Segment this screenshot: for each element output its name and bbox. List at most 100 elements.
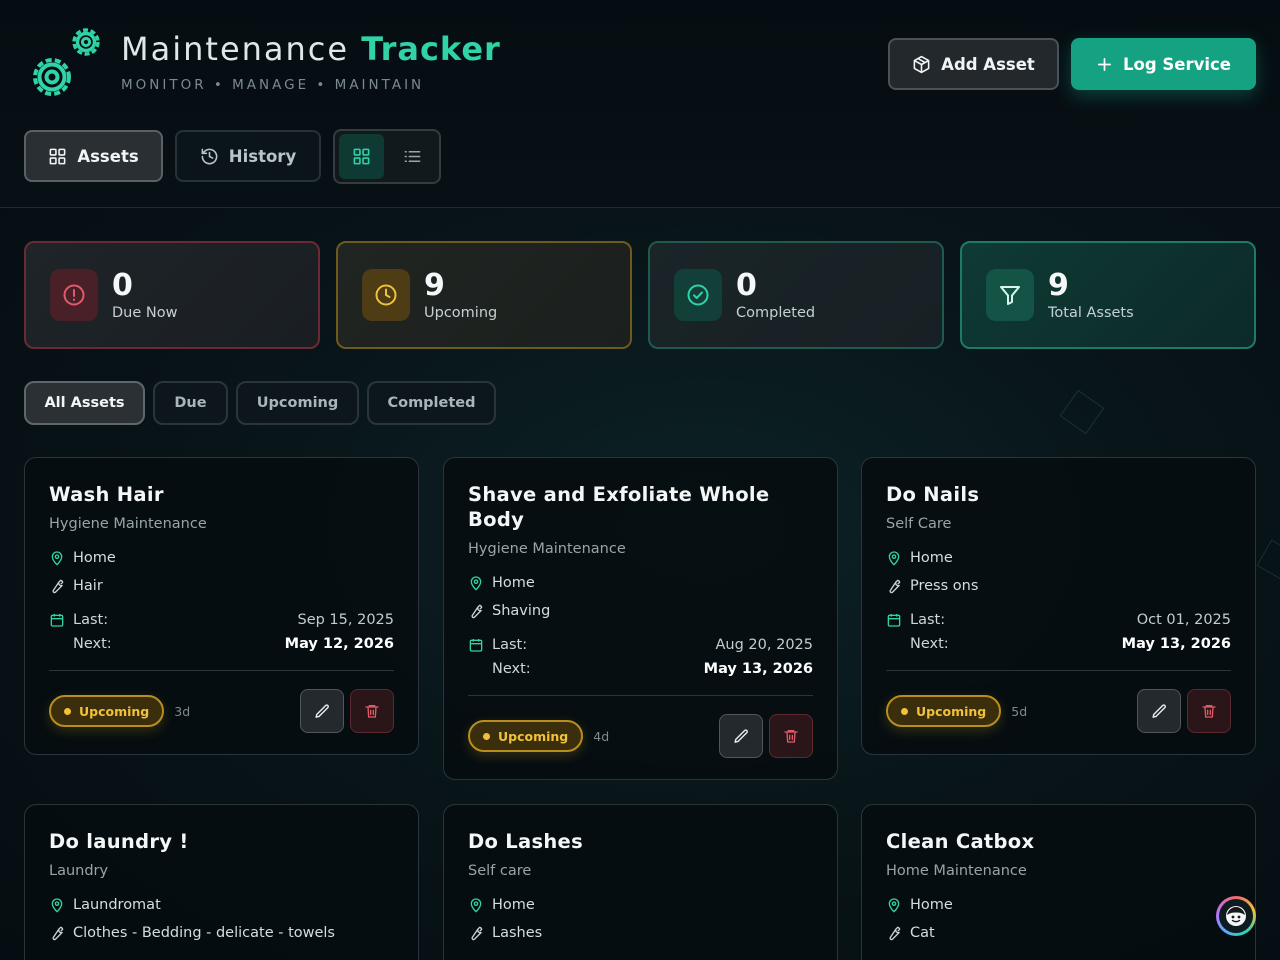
- map-pin-icon: [51, 898, 63, 913]
- asset-category: Self care: [468, 863, 532, 879]
- delete-button[interactable]: [1187, 689, 1231, 733]
- pencil-icon: [1151, 703, 1166, 718]
- stat-value: 0: [112, 268, 133, 303]
- wrench-icon: [471, 604, 483, 619]
- edit-button[interactable]: [719, 714, 763, 758]
- package-icon: [913, 55, 930, 73]
- next-service-date: May 13, 2026: [703, 661, 813, 677]
- plus-icon: [1097, 57, 1112, 71]
- asset-card[interactable]: Do Lashes Self care Home Lashes: [443, 804, 838, 960]
- background-decoration: [1059, 389, 1105, 435]
- history-icon: [201, 148, 218, 164]
- asset-detail: Hair: [73, 578, 103, 594]
- map-pin-icon: [888, 898, 900, 913]
- asset-card[interactable]: Shave and Exfoliate Whole Body Hygiene M…: [443, 457, 838, 780]
- days-remaining: 4d: [593, 728, 610, 744]
- background-decoration: [1256, 539, 1280, 581]
- trash-icon: [365, 705, 379, 718]
- nav-history-tab[interactable]: History: [175, 130, 321, 182]
- edit-button[interactable]: [300, 689, 344, 733]
- view-toggle: [333, 129, 441, 184]
- gears-logo-icon: [33, 28, 100, 96]
- delete-button[interactable]: [350, 689, 394, 733]
- grid-view-button[interactable]: [339, 134, 384, 179]
- wrench-icon: [889, 926, 901, 941]
- stat-completed[interactable]: 0 Completed: [648, 241, 944, 349]
- calendar-icon: [50, 614, 64, 627]
- asset-location: Home: [910, 897, 953, 913]
- chat-assistant-button[interactable]: [1216, 896, 1256, 936]
- asset-detail: Cat: [910, 925, 935, 941]
- days-remaining: 3d: [174, 703, 191, 719]
- stat-due-now[interactable]: 0 Due Now: [24, 241, 320, 349]
- stat-label: Total Assets: [1048, 305, 1134, 321]
- asset-title: Clean Catbox: [886, 830, 1035, 853]
- asset-category: Home Maintenance: [886, 863, 1027, 879]
- check-circle-icon: [687, 284, 709, 306]
- pencil-icon: [733, 728, 748, 743]
- stat-value: 0: [736, 268, 757, 303]
- asset-category: Laundry: [49, 863, 109, 879]
- asset-detail: Shaving: [492, 603, 551, 619]
- filter-all-assets[interactable]: All Assets: [24, 381, 145, 425]
- asset-detail: Lashes: [492, 925, 543, 941]
- stat-upcoming[interactable]: 9 Upcoming: [336, 241, 632, 349]
- edit-button[interactable]: [1137, 689, 1181, 733]
- filter-upcoming[interactable]: Upcoming: [236, 381, 359, 425]
- filter-due[interactable]: Due: [153, 381, 228, 425]
- delete-button[interactable]: [769, 714, 813, 758]
- app-header: Maintenance Tracker MONITOR • MANAGE • M…: [0, 0, 1280, 208]
- last-service-date: Sep 15, 2025: [297, 612, 394, 628]
- next-service-date: May 12, 2026: [284, 636, 394, 652]
- asset-title: Do laundry !: [49, 830, 189, 853]
- map-pin-icon: [470, 898, 482, 913]
- grid-icon: [49, 148, 66, 164]
- wrench-icon: [52, 926, 64, 941]
- asset-title: Do Nails: [886, 483, 980, 506]
- map-pin-icon: [470, 576, 482, 591]
- map-pin-icon: [51, 551, 63, 566]
- stat-label: Completed: [736, 305, 816, 321]
- asset-card[interactable]: Clean Catbox Home Maintenance Home Cat: [861, 804, 1256, 960]
- asset-detail: Clothes - Bedding - delicate - towels: [73, 925, 335, 941]
- wrench-icon: [471, 926, 483, 941]
- asset-category: Hygiene Maintenance: [468, 541, 626, 557]
- wrench-icon: [52, 579, 64, 594]
- add-asset-button[interactable]: Add Asset: [888, 38, 1059, 90]
- stat-label: Upcoming: [424, 305, 498, 321]
- list-view-button[interactable]: [390, 134, 435, 179]
- asset-card[interactable]: Do laundry ! Laundry Laundromat Clothes …: [24, 804, 419, 960]
- app-subtitle: MONITOR • MANAGE • MAINTAIN: [121, 77, 425, 93]
- map-pin-icon: [888, 551, 900, 566]
- nav-assets-tab[interactable]: Assets: [24, 130, 163, 182]
- status-badge: Upcoming: [468, 720, 584, 752]
- filter-completed[interactable]: Completed: [367, 381, 496, 425]
- calendar-icon: [887, 614, 901, 627]
- asset-card[interactable]: Wash Hair Hygiene Maintenance Home Hair …: [24, 457, 419, 755]
- stat-label: Due Now: [112, 305, 178, 321]
- trash-icon: [1202, 705, 1216, 718]
- asset-category: Self Care: [886, 516, 952, 532]
- last-service-date: Aug 20, 2025: [715, 637, 814, 653]
- last-service-date: Oct 01, 2025: [1136, 612, 1231, 628]
- status-badge: Upcoming: [886, 695, 1002, 727]
- log-service-button[interactable]: Log Service: [1071, 38, 1256, 90]
- app-title: Maintenance Tracker: [121, 30, 501, 68]
- calendar-icon: [469, 639, 483, 652]
- asset-detail: Press ons: [910, 578, 979, 594]
- stat-total-assets[interactable]: 9 Total Assets: [960, 241, 1256, 349]
- trash-icon: [784, 730, 798, 743]
- status-badge: Upcoming: [49, 695, 165, 727]
- grid-icon: [353, 148, 370, 165]
- assistant-avatar-icon: [1226, 906, 1246, 926]
- asset-title: Do Lashes: [468, 830, 583, 853]
- asset-location: Laundromat: [73, 897, 161, 913]
- stat-value: 9: [1048, 268, 1069, 303]
- asset-location: Home: [492, 575, 535, 591]
- stat-value: 9: [424, 268, 445, 303]
- asset-card[interactable]: Do Nails Self Care Home Press ons Last: O…: [861, 457, 1256, 755]
- wrench-icon: [889, 579, 901, 594]
- asset-title: Shave and Exfoliate Whole Body: [468, 483, 770, 531]
- days-remaining: 5d: [1011, 703, 1028, 719]
- asset-location: Home: [73, 550, 116, 566]
